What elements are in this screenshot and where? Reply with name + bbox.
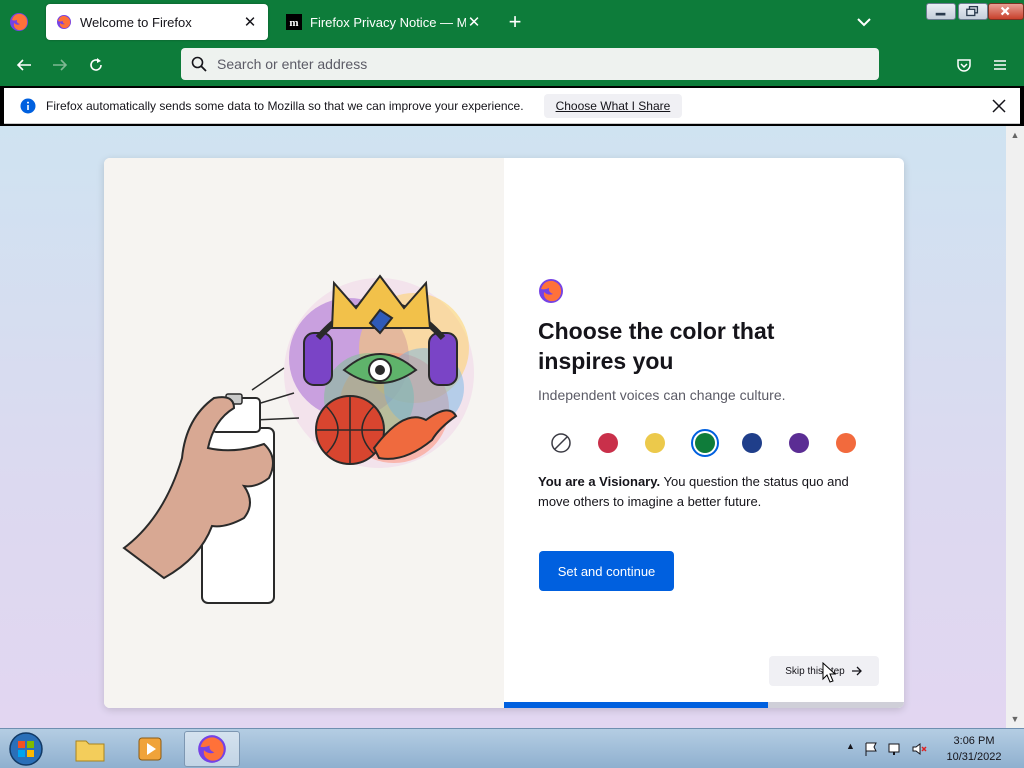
- explorer-taskbar-item[interactable]: [62, 731, 118, 767]
- pocket-icon: [957, 59, 971, 72]
- network-icon[interactable]: [887, 741, 903, 757]
- subtitle: Independent voices can change culture.: [538, 387, 786, 403]
- show-hidden-icons-icon[interactable]: ▲: [846, 741, 855, 757]
- swatch-none[interactable]: [547, 429, 575, 457]
- firefox-taskbar-item[interactable]: [184, 731, 240, 767]
- swatch-blue[interactable]: [738, 429, 766, 457]
- set-and-continue-button[interactable]: Set and continue: [539, 551, 674, 591]
- color-description: You are a Visionary. You question the st…: [538, 472, 868, 512]
- scroll-up-icon[interactable]: ▲: [1010, 130, 1020, 140]
- close-tab-icon[interactable]: ✕: [466, 14, 482, 31]
- back-arrow-icon: [16, 59, 31, 71]
- reload-button[interactable]: [84, 53, 108, 77]
- mozilla-m-icon: m: [286, 14, 302, 30]
- tab-title: Firefox Privacy Notice — Mozilla: [310, 14, 466, 30]
- description-title: You are a Visionary.: [538, 474, 661, 489]
- swatch-red[interactable]: [594, 429, 622, 457]
- minimize-button[interactable]: [926, 3, 956, 20]
- firefox-logo-icon: [539, 279, 563, 303]
- restore-button[interactable]: [958, 3, 988, 20]
- app-menu-button[interactable]: [988, 53, 1012, 77]
- forward-arrow-icon: [53, 59, 68, 71]
- pocket-button[interactable]: [952, 53, 976, 77]
- forward-button[interactable]: [48, 53, 72, 77]
- window-close-button[interactable]: [988, 3, 1024, 20]
- tab-title: Welcome to Firefox: [80, 14, 192, 30]
- arrow-right-icon: [851, 666, 862, 676]
- search-icon: [191, 56, 207, 72]
- close-tab-icon[interactable]: ✕: [242, 14, 258, 31]
- firefox-icon: [57, 15, 71, 29]
- notification-message: Firefox automatically sends some data to…: [46, 98, 524, 113]
- new-tab-icon[interactable]: +: [503, 10, 527, 34]
- swatch-green[interactable]: [691, 429, 719, 457]
- firefox-icon: [198, 735, 226, 763]
- address-input[interactable]: [217, 56, 817, 72]
- clock-time: 3:06 PM: [953, 735, 995, 747]
- list-all-tabs-icon[interactable]: [852, 12, 876, 32]
- system-clock[interactable]: 3:06 PM 10/31/2022: [940, 733, 1008, 765]
- swatch-yellow[interactable]: [641, 429, 669, 457]
- close-notification-icon[interactable]: [990, 97, 1008, 115]
- tab-bar: Welcome to Firefox ✕ m Firefox Privacy N…: [0, 0, 1024, 44]
- swatch-purple[interactable]: [785, 429, 813, 457]
- folder-icon: [75, 740, 105, 762]
- media-player-taskbar-item[interactable]: [122, 731, 178, 767]
- reload-icon: [90, 58, 102, 71]
- illustration-panel: [104, 158, 504, 708]
- action-center-flag-icon[interactable]: [863, 741, 879, 757]
- mouse-cursor-icon: [822, 662, 837, 683]
- url-bar[interactable]: [181, 48, 879, 80]
- data-collection-notification: Firefox automatically sends some data to…: [4, 88, 1020, 124]
- media-player-icon: [138, 737, 162, 761]
- choose-what-i-share-button[interactable]: Choose What I Share: [543, 93, 683, 118]
- onboarding-progress: [504, 702, 904, 708]
- onboarding-card: Choose the color that inspires you Indep…: [104, 158, 904, 708]
- swatch-orange[interactable]: [832, 429, 860, 457]
- svg-text:m: m: [289, 17, 298, 29]
- system-tray: ▲: [846, 741, 927, 757]
- volume-muted-icon[interactable]: [911, 741, 927, 757]
- tab-welcome[interactable]: Welcome to Firefox ✕: [46, 4, 268, 40]
- vertical-scrollbar[interactable]: ▲ ▼: [1006, 126, 1024, 728]
- windows-taskbar: ▲ 3:06 PM 10/31/2022: [0, 728, 1024, 768]
- back-button[interactable]: [12, 53, 36, 77]
- tab-privacy-notice[interactable]: m Firefox Privacy Notice — Mozilla ✕: [276, 4, 484, 40]
- page-title: Choose the color that inspires you: [538, 318, 775, 374]
- content-panel: Choose the color that inspires you Indep…: [504, 158, 904, 708]
- progress-fill: [504, 702, 768, 708]
- clock-date: 10/31/2022: [946, 751, 1002, 763]
- no-color-icon: [551, 433, 571, 453]
- firefox-menu-icon[interactable]: [8, 11, 30, 33]
- button-label: Choose What I Share: [555, 98, 671, 113]
- spray-can-illustration: [122, 274, 474, 604]
- scroll-down-icon[interactable]: ▼: [1010, 714, 1020, 724]
- hamburger-menu-icon: [994, 60, 1006, 70]
- windows-start-icon[interactable]: [6, 731, 46, 767]
- page-content: Choose the color that inspires you Indep…: [0, 126, 1006, 728]
- navigation-toolbar: [0, 44, 1024, 86]
- info-icon: [20, 98, 36, 113]
